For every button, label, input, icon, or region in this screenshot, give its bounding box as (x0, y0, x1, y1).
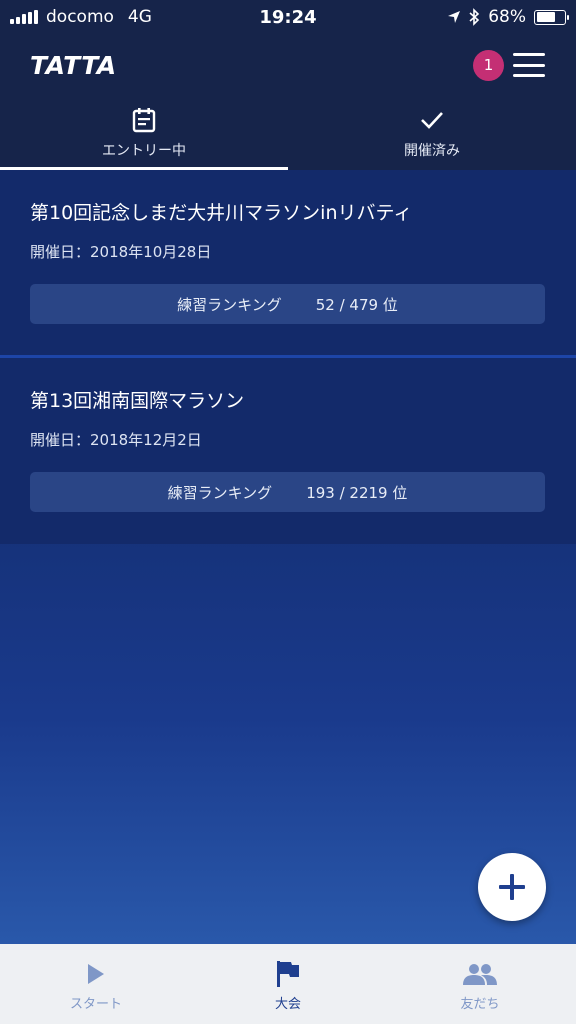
plus-icon (499, 874, 525, 900)
ranking-label: 練習ランキング (167, 483, 273, 502)
tab-entry[interactable]: エントリー中 (0, 96, 288, 170)
nav-start-label: スタート (69, 997, 122, 1012)
tab-finished-label: 開催済み (404, 143, 460, 159)
location-arrow-icon (448, 11, 461, 23)
event-date: 開催日：2018年12月2日 (30, 431, 202, 449)
calendar-icon (132, 108, 156, 133)
ranking-value: 52 / 479 位 (315, 295, 398, 314)
battery-percentage: 68% (488, 7, 526, 27)
tab-entry-label: エントリー中 (102, 143, 186, 159)
status-bar: docomo 4G 19:24 68% (0, 0, 576, 34)
check-icon (421, 112, 443, 129)
people-icon (463, 964, 497, 985)
app-header: TATTA 1 (0, 34, 576, 96)
nav-events-label: 大会 (274, 997, 301, 1012)
practice-ranking-bar[interactable]: 練習ランキング 193 / 2219 位 (30, 472, 545, 512)
ranking-value: 193 / 2219 位 (306, 483, 408, 502)
ranking-label: 練習ランキング (177, 295, 282, 314)
event-title: 第10回記念しまだ大井川マラソンinリバティ (30, 202, 413, 224)
battery-icon (534, 9, 569, 25)
notification-badge[interactable]: 1 (473, 49, 504, 81)
practice-ranking-bar[interactable]: 練習ランキング 52 / 479 位 (30, 284, 545, 324)
bluetooth-icon (469, 8, 480, 26)
hamburger-menu-icon[interactable] (512, 52, 546, 78)
app-logo: TATTA (30, 50, 117, 80)
event-title: 第13回湘南国際マラソン (30, 390, 245, 412)
event-card[interactable]: 第10回記念しまだ大井川マラソンinリバティ 開催日：2018年10月28日 練… (0, 170, 576, 355)
signal-strength-icon (10, 10, 38, 24)
nav-friends-label: 友だち (460, 997, 500, 1012)
carrier-name: docomo (46, 7, 114, 27)
nav-start[interactable]: スタート (0, 944, 192, 1024)
nav-friends[interactable]: 友だち (384, 944, 576, 1024)
network-type: 4G (127, 7, 152, 27)
event-card[interactable]: 第13回湘南国際マラソン 開催日：2018年12月2日 練習ランキング 193 … (0, 358, 576, 544)
battery-level (536, 12, 555, 22)
nav-events[interactable]: 大会 (192, 944, 384, 1024)
event-tabs: エントリー中 開催済み (0, 96, 576, 170)
play-icon (88, 964, 104, 984)
flag-icon (277, 961, 299, 987)
tab-finished[interactable]: 開催済み (288, 96, 576, 170)
add-event-button[interactable] (478, 853, 546, 921)
event-date: 開催日：2018年10月28日 (30, 243, 212, 261)
bottom-navigation: スタート 大会 友だち (0, 944, 576, 1024)
status-time: 19:24 (259, 6, 317, 28)
